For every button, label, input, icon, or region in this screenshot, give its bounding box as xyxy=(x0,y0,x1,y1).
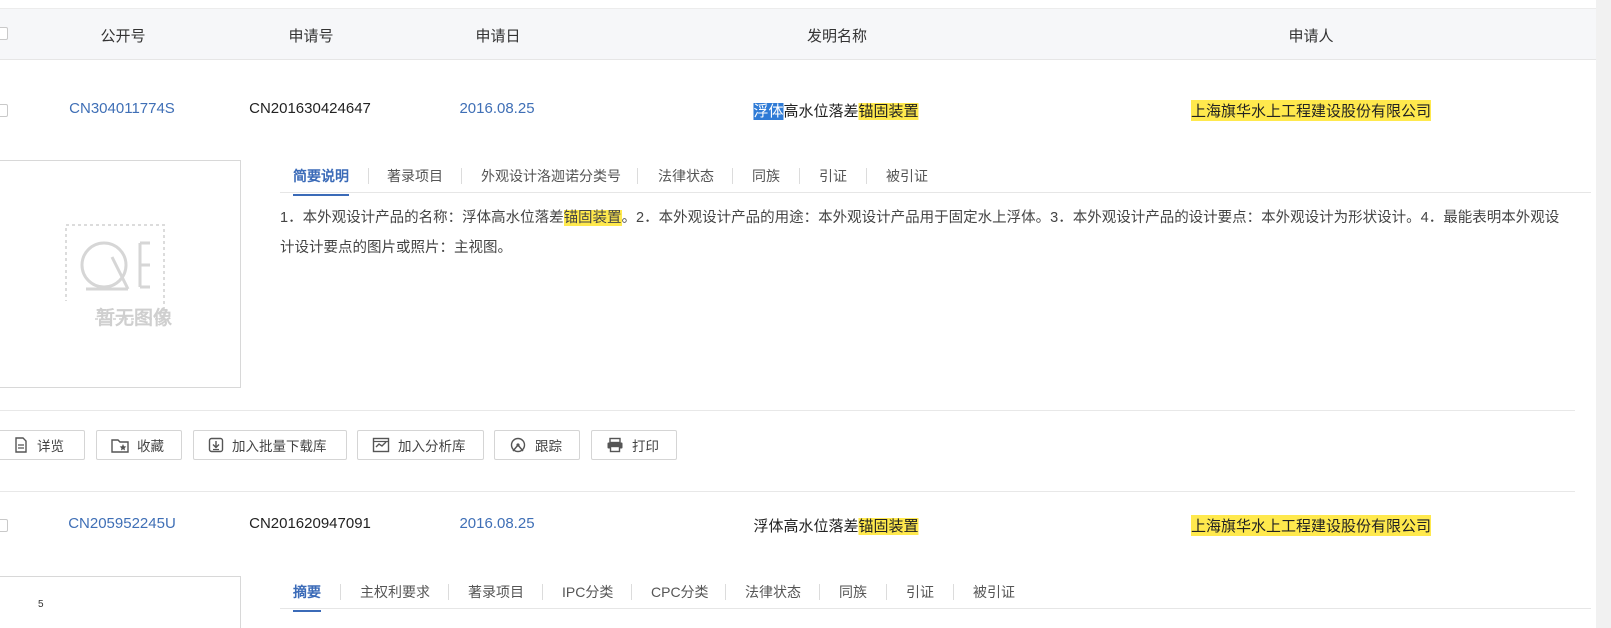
tab-cpc-class[interactable]: CPC分类 xyxy=(651,582,709,602)
favorite-button[interactable]: 收藏 xyxy=(96,430,182,460)
tab-bibliographic[interactable]: 著录项目 xyxy=(468,582,524,602)
tab-family[interactable]: 同族 xyxy=(839,582,867,602)
chart-icon xyxy=(372,437,390,453)
radar-icon xyxy=(510,437,526,453)
publication-number-link[interactable]: CN205952245U xyxy=(68,515,176,532)
add-batch-download-button[interactable]: 加入批量下载库 xyxy=(193,430,347,460)
detail-label: 详览 xyxy=(37,439,64,454)
title-text: 浮体高水位落差 xyxy=(753,518,859,535)
title-text: 高水位落差 xyxy=(783,103,859,120)
application-number: CN201620947091 xyxy=(249,515,371,532)
tab-divider xyxy=(542,584,543,600)
tab-divider xyxy=(886,584,887,600)
invention-title[interactable]: 浮体高水位落差锚固装置 xyxy=(753,100,919,121)
tab-bibliographic[interactable]: 著录项目 xyxy=(387,166,443,186)
tab-legal-status[interactable]: 法律状态 xyxy=(745,582,801,602)
detail-button[interactable]: 详览 xyxy=(0,430,85,460)
track-label: 跟踪 xyxy=(535,439,562,454)
patent-thumbnail[interactable]: 5 xyxy=(0,576,241,628)
vertical-scrollbar[interactable] xyxy=(1596,0,1611,628)
tab-divider xyxy=(368,168,369,184)
record-divider xyxy=(0,491,1575,492)
row-checkbox[interactable] xyxy=(0,104,8,117)
tab-ipc-class[interactable]: IPC分类 xyxy=(562,582,613,602)
title-selected-text: 浮体 xyxy=(753,103,784,120)
patent-thumbnail[interactable]: 暂无图像 xyxy=(0,160,241,388)
tab-divider xyxy=(448,584,449,600)
tab-citations[interactable]: 引证 xyxy=(906,582,934,602)
record-tabs: 简要说明 著录项目 外观设计洛迦诺分类号 法律状态 同族 引证 被引证 xyxy=(280,158,1591,196)
table-row: CN304011774S CN201630424647 2016.08.25 浮… xyxy=(0,100,1596,124)
track-button[interactable]: 跟踪 xyxy=(494,430,580,460)
analysis-label: 加入分析库 xyxy=(398,439,466,454)
results-table-header: 公开号 申请号 申请日 发明名称 申请人 xyxy=(0,8,1596,60)
select-all-checkbox[interactable] xyxy=(0,27,8,40)
application-date: 2016.08.25 xyxy=(459,100,535,117)
tab-locarno-class[interactable]: 外观设计洛迦诺分类号 xyxy=(481,166,621,186)
invention-title[interactable]: 浮体高水位落差锚固装置 xyxy=(753,515,919,536)
tab-divider xyxy=(953,584,954,600)
printer-icon xyxy=(607,437,623,453)
application-date: 2016.08.25 xyxy=(459,515,535,532)
drawing-label: 5 xyxy=(38,599,44,610)
document-icon xyxy=(15,437,27,453)
tab-divider xyxy=(637,168,638,184)
tab-divider xyxy=(799,168,800,184)
print-button[interactable]: 打印 xyxy=(591,430,677,460)
tab-divider xyxy=(340,584,341,600)
row-checkbox[interactable] xyxy=(0,519,8,532)
header-applicant[interactable]: 申请人 xyxy=(1288,25,1333,46)
no-image-placeholder-icon xyxy=(62,224,165,321)
tab-cited-by[interactable]: 被引证 xyxy=(886,166,928,186)
tab-divider xyxy=(866,168,867,184)
applicant-link[interactable]: 上海旗华水上工程建设股份有限公司 xyxy=(1190,515,1432,536)
applicant-link[interactable]: 上海旗华水上工程建设股份有限公司 xyxy=(1190,100,1432,121)
tab-main-claim[interactable]: 主权利要求 xyxy=(360,582,430,602)
desc-text: 1．本外观设计产品的名称：浮体高水位落差 xyxy=(280,210,564,226)
desc-highlight: 锚固装置 xyxy=(563,210,622,226)
patent-search-results: 公开号 申请号 申请日 发明名称 申请人 CN304011774S CN2016… xyxy=(0,0,1611,628)
tab-citations[interactable]: 引证 xyxy=(819,166,847,186)
title-highlight: 锚固装置 xyxy=(858,103,919,120)
no-image-text: 暂无图像 xyxy=(96,308,173,329)
table-row: CN205952245U CN201620947091 2016.08.25 浮… xyxy=(0,515,1596,539)
add-analysis-button[interactable]: 加入分析库 xyxy=(357,430,484,460)
title-highlight: 锚固装置 xyxy=(858,518,919,535)
tab-divider xyxy=(819,584,820,600)
print-label: 打印 xyxy=(632,439,659,454)
publication-number-link[interactable]: CN304011774S xyxy=(69,100,175,117)
header-publication-number[interactable]: 公开号 xyxy=(100,25,145,46)
tab-abstract[interactable]: 摘要 xyxy=(293,582,321,612)
header-application-date[interactable]: 申请日 xyxy=(475,25,520,46)
brief-description-text: 1．本外观设计产品的名称：浮体高水位落差锚固装置。2．本外观设计产品的用途：本外… xyxy=(280,203,1570,263)
download-icon xyxy=(208,437,224,453)
tab-cited-by[interactable]: 被引证 xyxy=(973,582,1015,602)
tab-brief-description[interactable]: 简要说明 xyxy=(293,166,349,196)
tab-divider xyxy=(732,168,733,184)
tab-divider xyxy=(725,584,726,600)
record-divider xyxy=(0,410,1575,411)
batch-download-label: 加入批量下载库 xyxy=(232,439,327,454)
tab-family[interactable]: 同族 xyxy=(752,166,780,186)
header-invention-title[interactable]: 发明名称 xyxy=(807,25,867,46)
application-number: CN201630424647 xyxy=(249,100,371,117)
record-tabs: 摘要 主权利要求 著录项目 IPC分类 CPC分类 法律状态 同族 引证 被引证 xyxy=(280,574,1591,612)
header-application-number[interactable]: 申请号 xyxy=(288,25,333,46)
tab-legal-status[interactable]: 法律状态 xyxy=(658,166,714,186)
tab-divider xyxy=(631,584,632,600)
favorite-label: 收藏 xyxy=(137,439,164,454)
folder-star-icon xyxy=(111,439,129,453)
tab-divider xyxy=(461,168,462,184)
